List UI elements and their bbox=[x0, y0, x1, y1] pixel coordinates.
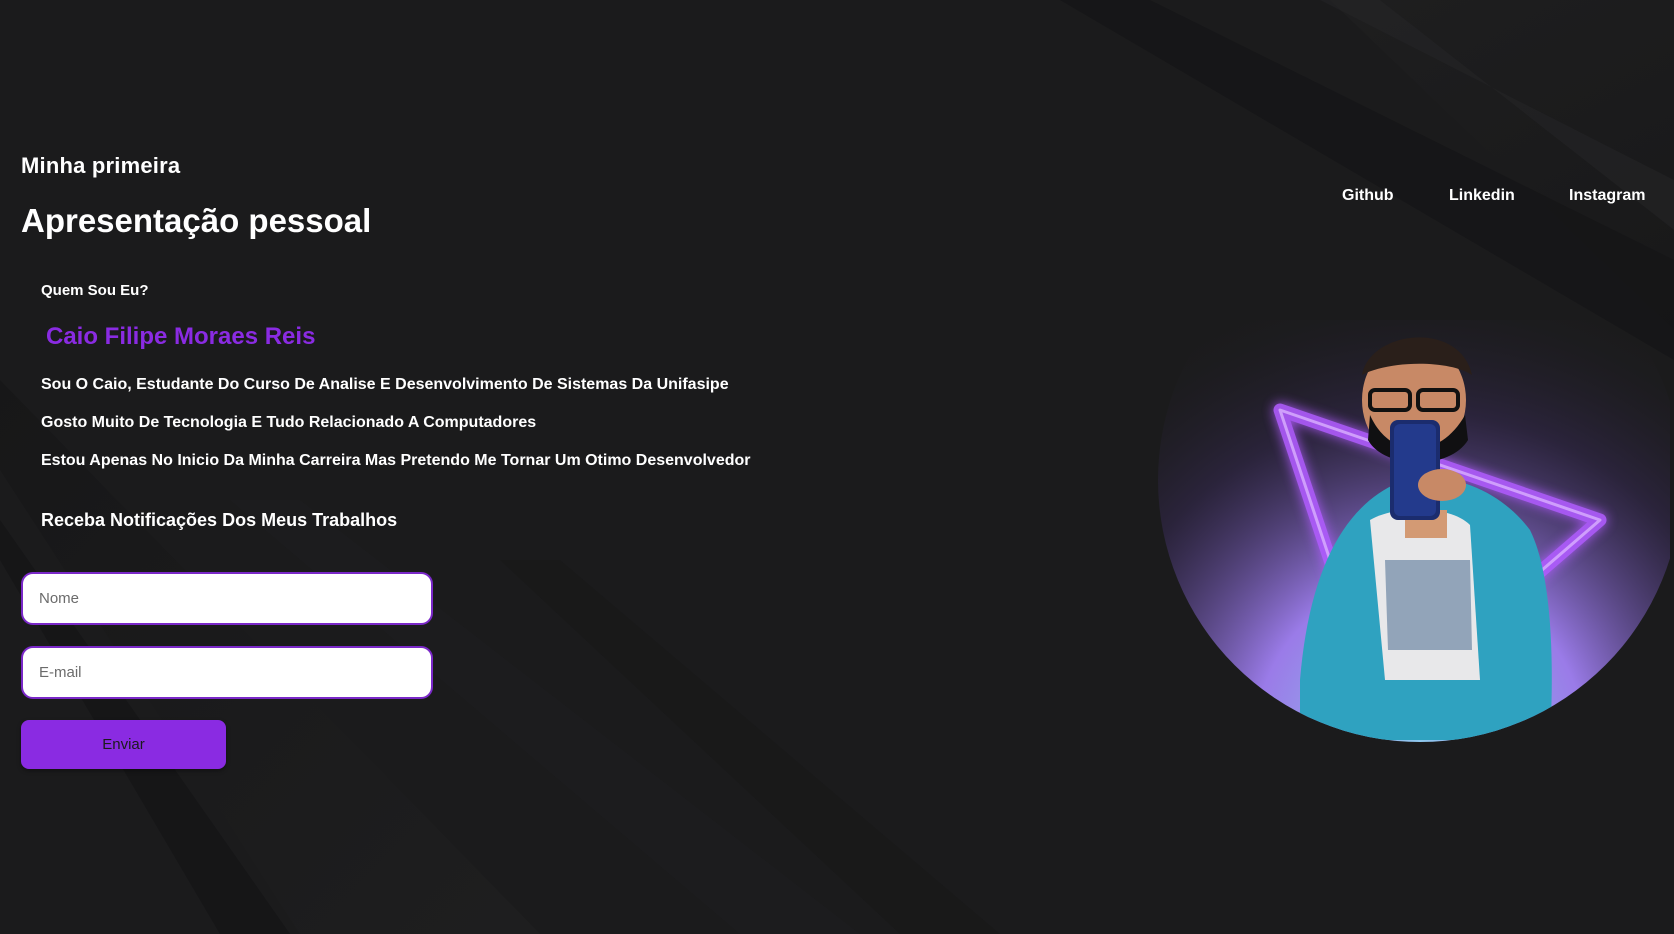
header-kicker: Minha primeira bbox=[21, 153, 181, 178]
bio-line: Sou O Caio, Estudante Do Curso De Analis… bbox=[41, 376, 729, 393]
about-section-label: Quem Sou Eu? bbox=[41, 282, 149, 299]
send-button[interactable]: Enviar bbox=[21, 720, 226, 769]
nav-link-instagram[interactable]: Instagram bbox=[1569, 187, 1645, 205]
nav-link-github[interactable]: Github bbox=[1342, 187, 1394, 205]
bio-line: Gosto Muito De Tecnologia E Tudo Relacio… bbox=[41, 414, 537, 431]
bio-line: Estou Apenas No Inicio Da Minha Carreira… bbox=[41, 452, 751, 469]
profile-illustration bbox=[1158, 320, 1670, 742]
subscribe-heading: Receba Notificações Dos Meus Trabalhos bbox=[41, 510, 398, 530]
nav-link-linkedin[interactable]: Linkedin bbox=[1449, 187, 1515, 205]
page-title: Apresentação pessoal bbox=[21, 202, 372, 239]
name-input[interactable] bbox=[21, 572, 433, 625]
email-input[interactable] bbox=[21, 646, 433, 699]
profile-name: Caio Filipe Moraes Reis bbox=[46, 323, 316, 350]
